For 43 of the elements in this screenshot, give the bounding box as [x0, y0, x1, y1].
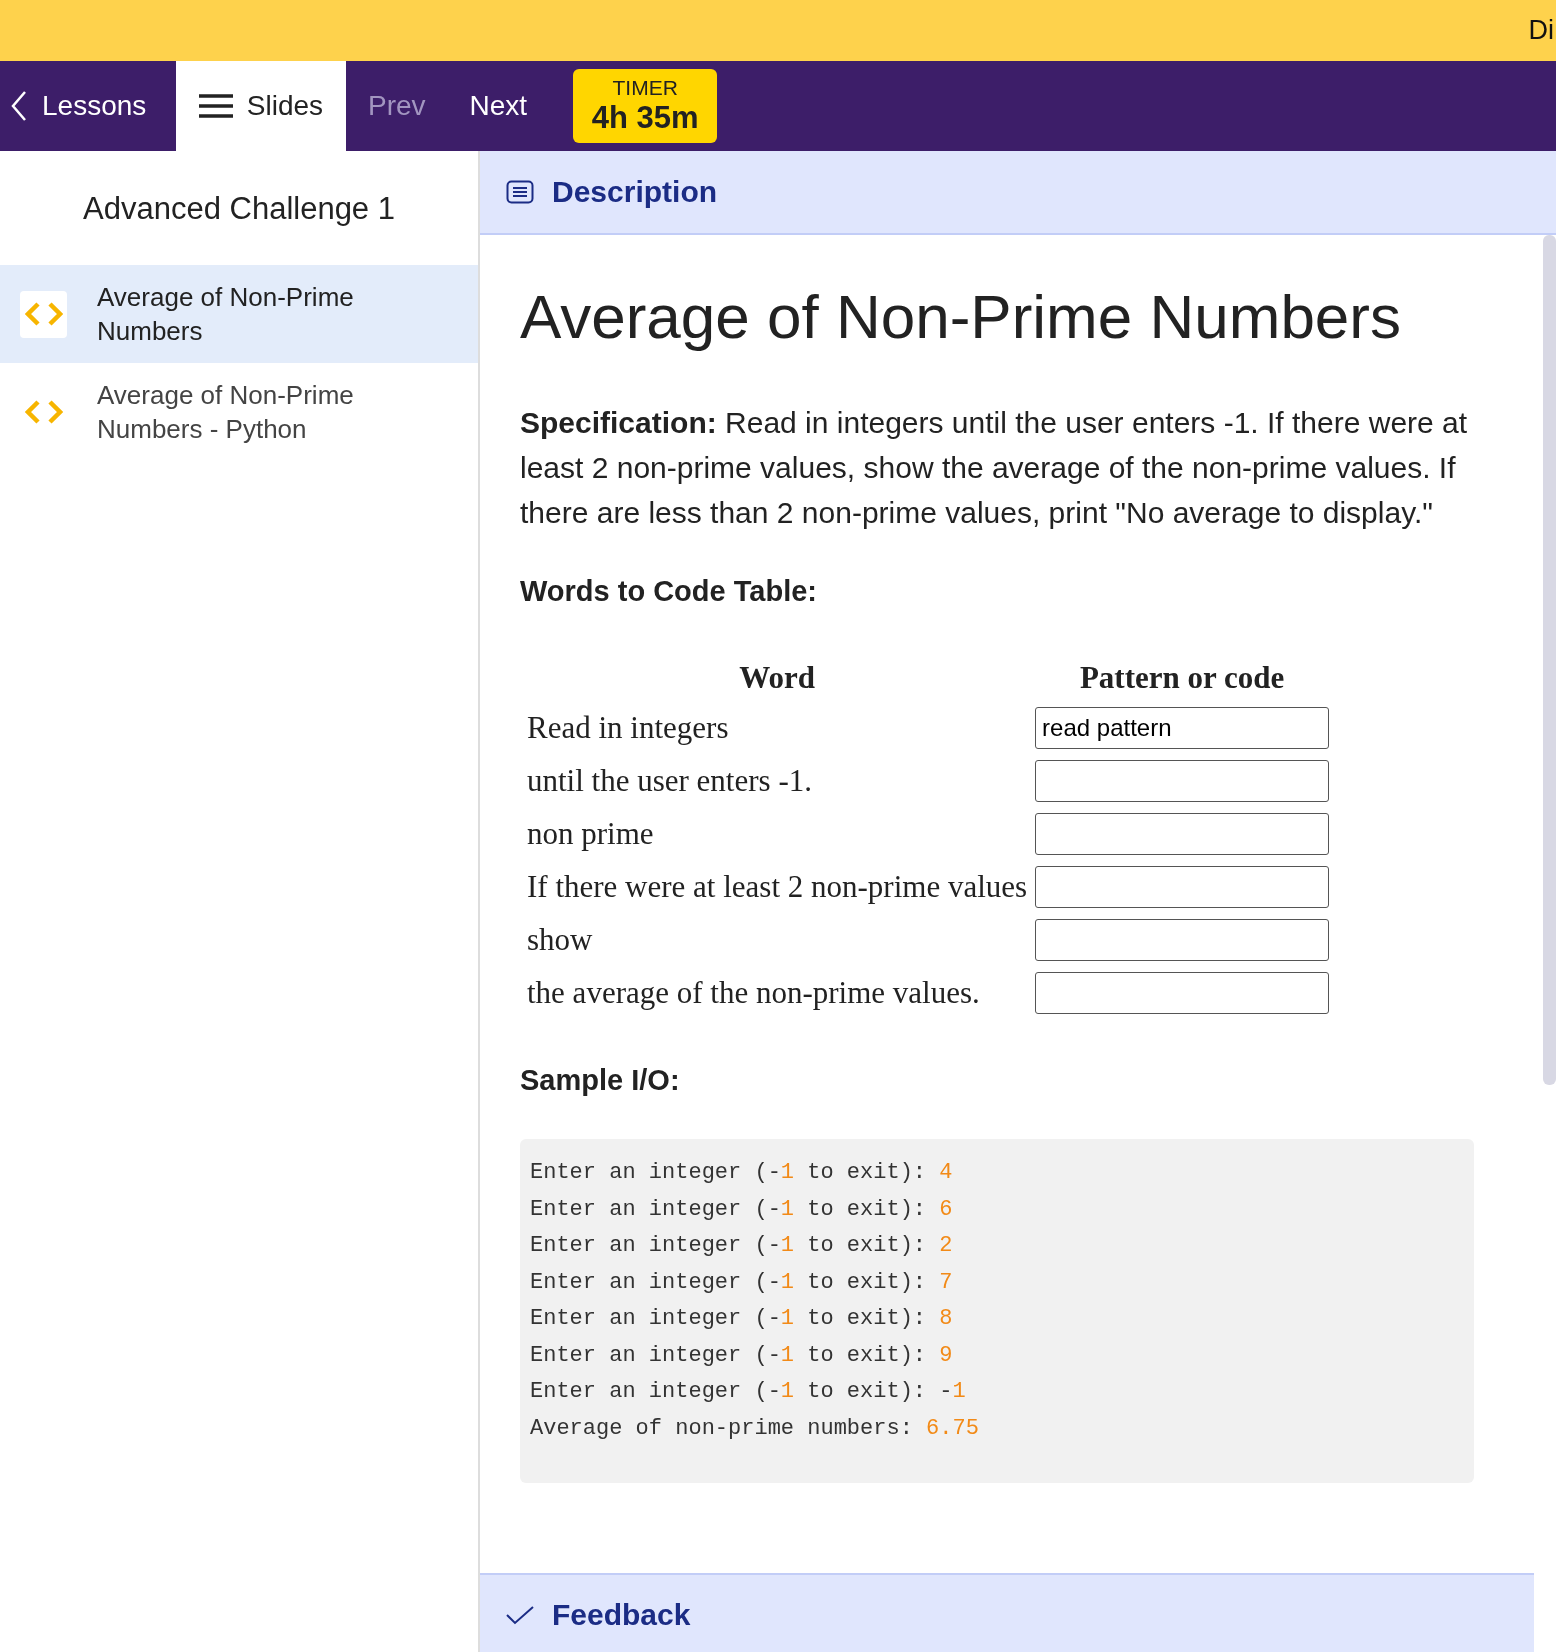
banner-text: Di [1528, 15, 1554, 46]
checkmark-icon [506, 1605, 534, 1625]
section-heading: Sample I/O: [520, 1064, 681, 1097]
table-cell-text: the average of the non-prime values. [526, 974, 981, 1012]
scrollbar[interactable] [1543, 235, 1556, 1085]
menu-icon [198, 94, 233, 118]
lessons-back-button[interactable]: Lessons [0, 61, 176, 151]
input-field[interactable] [1035, 866, 1330, 908]
specification-text: Specification: Read in integers until the user enters -1. If there were at least 2 non-prime values, show the average of the non-prime values. If there are less than 2 non-prime values, print "No average to display." [520, 405, 1469, 531]
timer-badge: TIMER 4h 35m [573, 69, 718, 143]
input-field[interactable] [1035, 972, 1330, 1014]
table-cell-text: non prime [526, 815, 655, 853]
table-cell-text: until the user enters -1. [526, 762, 813, 800]
column-header: Pattern or code [1078, 659, 1286, 697]
lesson-item[interactable]: Average of Non-Prime Numbers - Python [0, 363, 478, 461]
page-title: Average of Non-Prime Numbers [520, 281, 1402, 352]
chevron-left-icon [10, 90, 28, 122]
feedback-header[interactable]: Feedback [480, 1573, 1534, 1652]
code-line: Enter an integer (-1 to exit): 7 [530, 1268, 954, 1297]
code-line: Enter an integer (-1 to exit): 4 [530, 1159, 954, 1187]
next-button[interactable]: Next [447, 61, 550, 151]
slides-tab[interactable]: Slides [176, 61, 346, 151]
input-field[interactable] [1035, 760, 1330, 802]
input-field[interactable] [1035, 919, 1330, 961]
sidebar-title: Advanced Challenge 1 [82, 190, 396, 228]
column-header: Word [738, 659, 816, 697]
table-cell-text: Read in integers [526, 709, 730, 747]
code-icon [24, 399, 63, 425]
code-line: Enter an integer (-1 to exit): 9 [530, 1341, 954, 1370]
section-heading: Words to Code Table: [520, 575, 818, 608]
input-field[interactable]: read pattern [1035, 707, 1330, 749]
table-cell-text: If there were at least 2 non-prime values [526, 868, 1029, 906]
code-line: Enter an integer (-1 to exit): 2 [530, 1232, 954, 1260]
code-line: Enter an integer (-1 to exit): 6 [530, 1195, 954, 1224]
document-icon [506, 180, 534, 204]
code-icon [24, 301, 63, 327]
input-field[interactable] [1035, 813, 1330, 855]
code-line: Average of non-prime numbers: 6.75 [530, 1414, 980, 1443]
table-cell-text: show [526, 921, 594, 959]
code-line: Enter an integer (-1 to exit): 8 [530, 1305, 954, 1333]
lesson-item[interactable]: Average of Non-Prime Numbers [0, 265, 478, 363]
description-header[interactable]: Description [480, 151, 1556, 235]
code-line: Enter an integer (-1 to exit): -1 [530, 1378, 967, 1406]
